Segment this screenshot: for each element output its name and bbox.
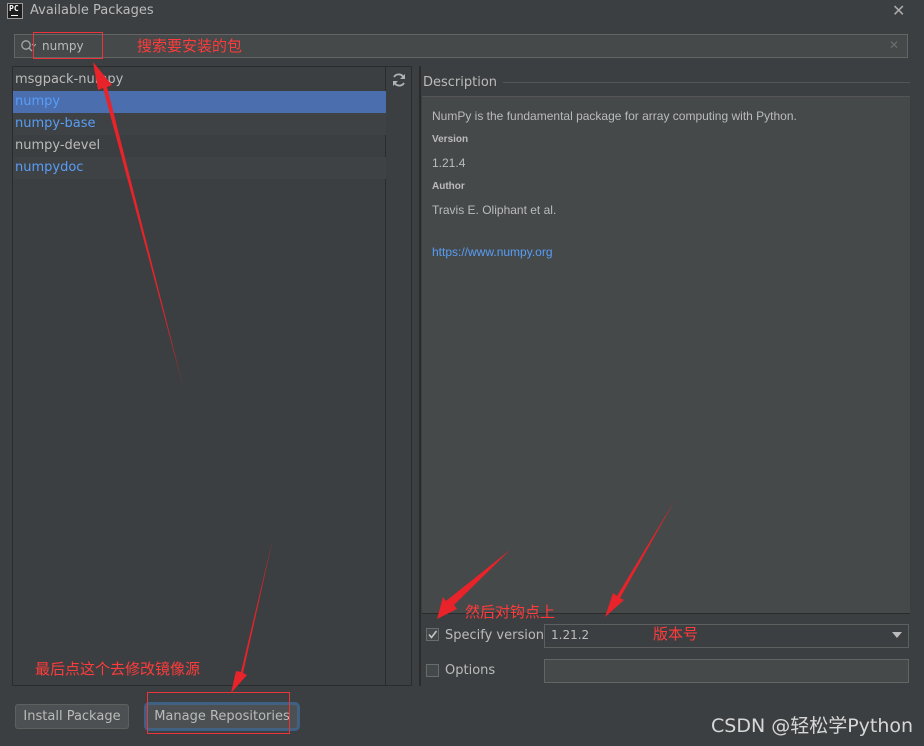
package-author: Travis E. Oliphant et al. — [432, 203, 557, 217]
selected-version: 1.21.2 — [551, 628, 590, 642]
options-checkbox[interactable] — [426, 664, 439, 677]
list-item-selected[interactable]: numpy — [13, 91, 386, 113]
app-icon-text: PC — [9, 4, 19, 13]
clear-icon[interactable]: ✕ — [889, 38, 899, 52]
window-title: Available Packages — [30, 3, 154, 18]
description-label: Description — [423, 75, 498, 90]
list-item[interactable]: numpy-devel — [13, 135, 386, 157]
package-summary: NumPy is the fundamental package for arr… — [432, 109, 797, 123]
annotation-version-note: 版本号 — [653, 625, 699, 643]
refresh-icon[interactable] — [391, 72, 407, 88]
options-input[interactable] — [544, 659, 909, 683]
app-icon-underline — [11, 15, 18, 16]
description-panel — [422, 96, 910, 614]
pane-splitter[interactable] — [419, 66, 421, 686]
options-label[interactable]: Options — [445, 663, 495, 678]
list-item[interactable]: msgpack-numpy — [13, 69, 386, 91]
author-heading: Author — [432, 181, 465, 192]
close-icon[interactable]: ✕ — [892, 1, 905, 20]
list-item[interactable]: numpydoc — [13, 157, 386, 179]
specify-version-label[interactable]: Specify version — [445, 628, 544, 643]
pycharm-app-icon: PC — [7, 3, 23, 19]
annotation-box-manage — [147, 692, 290, 734]
check-icon — [428, 630, 438, 639]
refresh-toolbar — [386, 66, 412, 686]
list-item[interactable]: numpy-base — [13, 113, 386, 135]
annotation-box-search — [33, 32, 103, 59]
package-version: 1.21.4 — [432, 156, 466, 170]
version-select[interactable] — [544, 624, 909, 648]
annotation-check-note: 然后对钩点上 — [465, 603, 556, 621]
chevron-down-icon[interactable] — [892, 632, 902, 638]
annotation-search-note: 搜索要安装的包 — [137, 37, 243, 55]
csdn-watermark: CSDN @轻松学Python — [711, 715, 914, 737]
package-homepage-link[interactable]: https://www.numpy.org — [432, 245, 553, 259]
install-package-button[interactable]: Install Package — [15, 704, 129, 729]
annotation-mirror-note: 最后点这个去修改镜像源 — [35, 660, 201, 678]
version-heading: Version — [432, 134, 469, 145]
description-divider — [503, 82, 910, 83]
